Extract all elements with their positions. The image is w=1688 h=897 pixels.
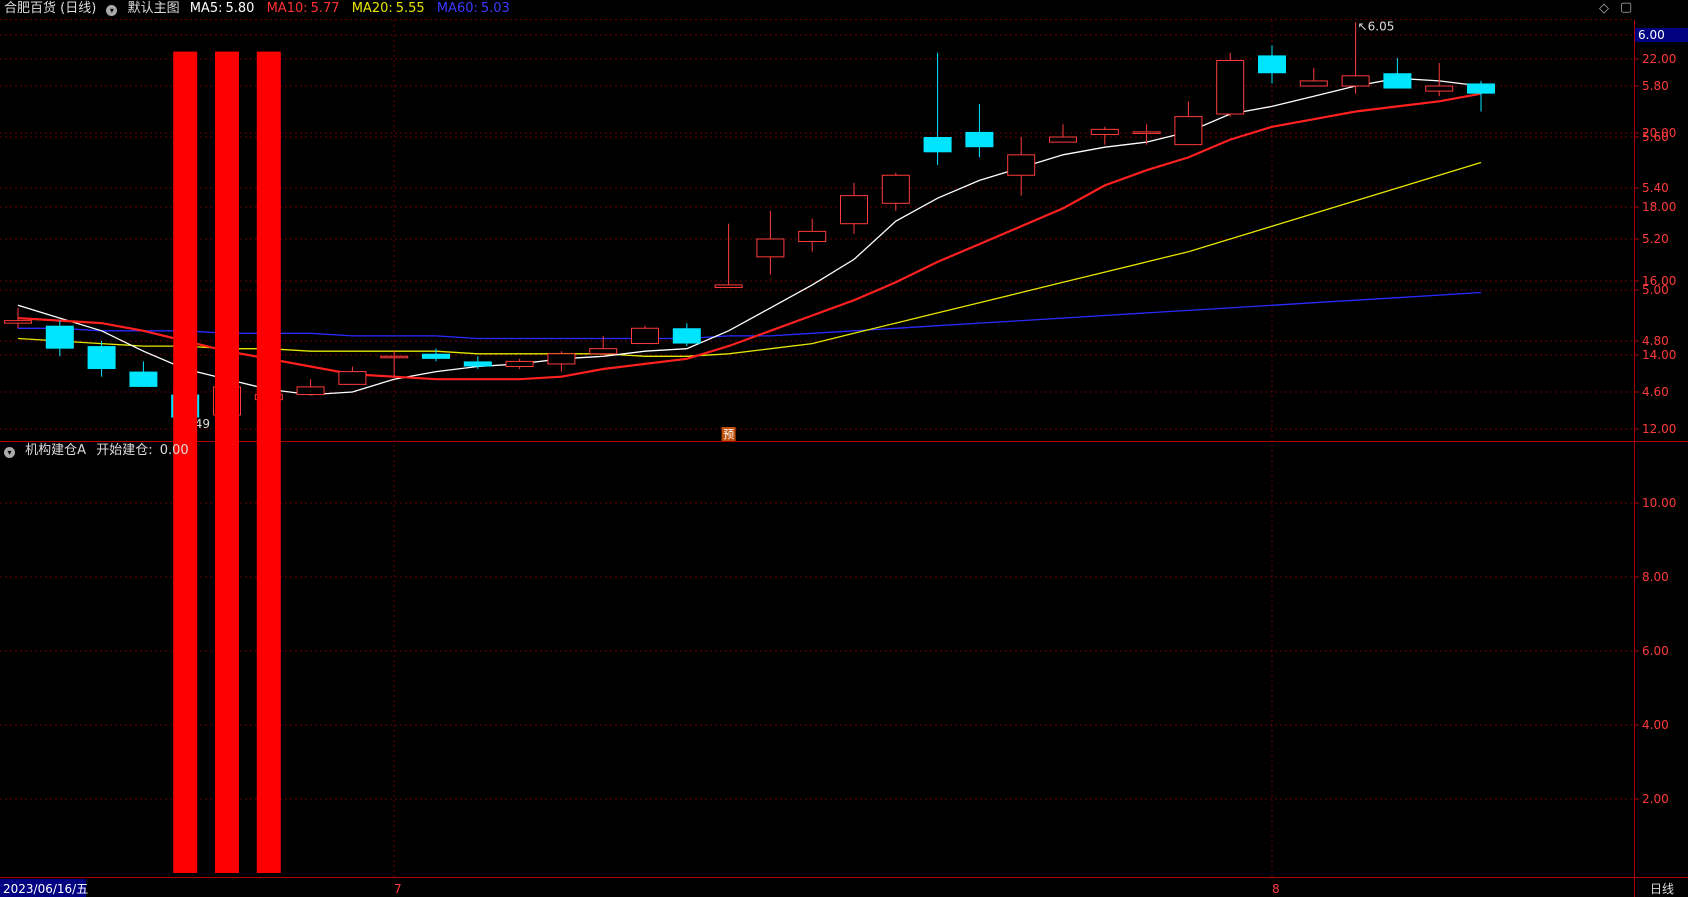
indicator-bar — [215, 51, 239, 874]
start-date-label: 2023/06/16/五 — [3, 882, 88, 896]
indicator-tick-label: 6.00 — [1642, 644, 1669, 658]
candle-body — [422, 353, 450, 359]
price-tick-label: 5.20 — [1642, 232, 1669, 246]
candle-body — [1425, 85, 1454, 92]
candle-body — [1258, 55, 1286, 74]
indicator-tick-label: 16.00 — [1642, 274, 1676, 288]
sub-header: ▾ 机构建仓A 开始建仓: 0.00 — [4, 443, 195, 459]
current-price-label: 6.00 — [1638, 28, 1665, 42]
candle-body — [714, 284, 743, 288]
candle-body — [840, 195, 868, 225]
candle-body — [965, 131, 994, 148]
candle-body — [1132, 131, 1161, 134]
candle-body — [1174, 116, 1203, 146]
candle-body — [463, 361, 492, 367]
high-price-label: ↖6.05 — [1358, 19, 1395, 33]
indicator-name[interactable]: 机构建仓A — [25, 443, 86, 458]
candle-body — [547, 353, 576, 365]
indicator-tick-label: 20.00 — [1642, 126, 1676, 140]
indicator-tick-label: 4.00 — [1642, 718, 1669, 732]
price-tick-label: 5.80 — [1642, 79, 1669, 93]
candle-body — [881, 174, 910, 204]
candle-body — [631, 327, 659, 345]
candle-body — [87, 346, 116, 370]
main-chart-label[interactable]: 默认主图 — [128, 1, 180, 16]
chevron-down-icon[interactable]: ▾ — [106, 5, 118, 16]
month-label: 8 — [1272, 882, 1280, 896]
candle-body — [672, 328, 701, 344]
month-label: 7 — [394, 882, 402, 896]
candle-body — [1090, 128, 1119, 135]
candle-body — [756, 238, 785, 258]
candle-body — [589, 348, 618, 355]
candle-body — [380, 355, 409, 359]
signal-mark: 预 — [723, 428, 734, 441]
indicator-tick-label: 22.00 — [1642, 52, 1676, 66]
candle-body — [505, 360, 534, 367]
ma60-label: MA60: 5.03 — [436, 1, 510, 16]
candle-body — [338, 371, 367, 385]
indicator-tick-label: 12.00 — [1642, 422, 1676, 436]
candle-body — [1216, 60, 1245, 115]
window-icon[interactable]: ▢ — [1620, 0, 1632, 15]
ma20-label: MA20: 5.55 — [351, 1, 425, 16]
indicator-label: 开始建仓: — [96, 443, 153, 458]
candle-body — [1383, 73, 1412, 89]
indicator-bar — [173, 51, 198, 874]
candle-body — [129, 371, 158, 387]
candle-body — [1007, 154, 1036, 176]
candle-body — [923, 137, 952, 153]
period-label: 日线 — [1650, 882, 1674, 896]
diamond-icon[interactable]: ◇ — [1599, 1, 1609, 16]
indicator-value: 0.00 — [159, 443, 189, 458]
chevron-down-icon[interactable]: ▾ — [4, 447, 15, 458]
candle-body — [4, 320, 32, 324]
indicator-tick-label: 10.00 — [1642, 496, 1676, 510]
indicator-tick-label: 8.00 — [1642, 570, 1669, 584]
indicator-tick-label: 14.00 — [1642, 348, 1676, 362]
indicator-bar — [256, 51, 281, 874]
candle-body — [1341, 75, 1370, 87]
price-tick-label: 4.60 — [1642, 385, 1669, 399]
indicator-tick-label: 2.00 — [1642, 792, 1669, 806]
candle-body — [1467, 83, 1495, 94]
ma10-label: MA10: 5.77 — [266, 1, 340, 16]
price-tick-label: 5.40 — [1642, 181, 1669, 195]
indicator-tick-label: 18.00 — [1642, 200, 1676, 214]
candle-body — [45, 325, 74, 349]
stock-chart[interactable]: 4.604.805.005.205.405.605.806.002.004.00… — [0, 0, 1688, 897]
candle-body — [296, 386, 325, 396]
stock-title: 合肥百货 (日线) — [4, 1, 97, 16]
price-tick-label: 4.80 — [1642, 334, 1669, 348]
candle-body — [798, 230, 827, 243]
candle-body — [1049, 136, 1077, 143]
ma5-label: MA5: 5.80 — [189, 1, 255, 16]
main-header: 合肥百货 (日线) ▾ 默认主图 MA5: 5.80 MA10: 5.77 MA20… — [4, 1, 518, 17]
candle-body — [1299, 80, 1328, 87]
